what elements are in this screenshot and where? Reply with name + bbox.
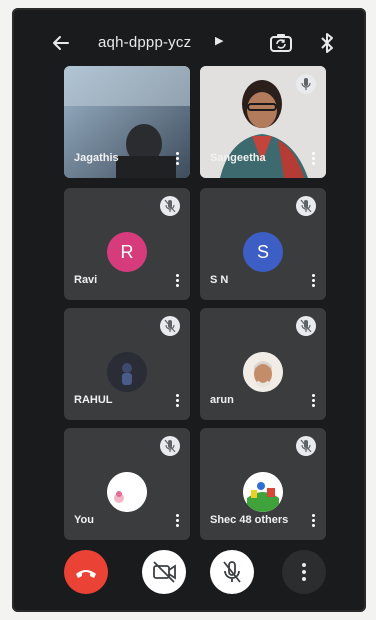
mic-off-icon xyxy=(160,316,180,336)
mic-off-icon xyxy=(160,436,180,456)
avatar: R xyxy=(107,232,147,272)
participant-tile-others[interactable]: Shec 48 others xyxy=(200,428,326,540)
end-call-button[interactable] xyxy=(64,550,108,594)
more-vert-icon[interactable] xyxy=(312,152,316,166)
participant-name: arun xyxy=(210,394,234,406)
mic-off-icon xyxy=(296,316,316,336)
camera-off-icon xyxy=(153,561,176,583)
participant-name: Sangeetha xyxy=(210,152,266,164)
avatar: S xyxy=(243,232,283,272)
participant-tile-sangeetha[interactable]: Sangeetha xyxy=(200,66,326,178)
more-vert-icon[interactable] xyxy=(176,274,180,288)
participant-tile-you[interactable]: You xyxy=(64,428,190,540)
avatar xyxy=(243,352,283,392)
chevron-right-icon[interactable]: ▶ xyxy=(215,34,223,47)
participant-tile-jagathis[interactable]: Jagathis xyxy=(64,66,190,178)
participant-name: Jagathis xyxy=(74,152,119,164)
participant-tile-arun[interactable]: arun xyxy=(200,308,326,420)
mic-off-icon xyxy=(223,561,241,583)
more-options-button[interactable] xyxy=(282,550,326,594)
participant-tile-rahul[interactable]: RAHUL xyxy=(64,308,190,420)
meeting-code[interactable]: aqh-dppp-ycz xyxy=(98,34,191,51)
bluetooth-icon[interactable] xyxy=(316,30,338,56)
avatar xyxy=(107,472,147,512)
participant-name: Shec 48 others xyxy=(210,514,289,526)
more-vert-icon xyxy=(302,563,306,581)
participant-name: You xyxy=(74,514,94,526)
top-bar: aqh-dppp-ycz ▶ xyxy=(12,26,366,62)
end-call-icon xyxy=(76,570,96,578)
mic-status-icon xyxy=(296,74,316,94)
mic-off-icon xyxy=(296,196,316,216)
more-vert-icon[interactable] xyxy=(312,514,316,528)
participant-name: S N xyxy=(210,274,229,286)
avatar xyxy=(107,352,147,392)
camera-toggle-button[interactable] xyxy=(142,550,186,594)
arrow-back-icon[interactable] xyxy=(48,30,74,56)
participant-name: Ravi xyxy=(74,274,98,286)
participant-tile-sn[interactable]: S S N xyxy=(200,188,326,300)
meet-screen: aqh-dppp-ycz ▶ Jagathis Sangeetha R Ravi… xyxy=(12,8,366,612)
more-vert-icon[interactable] xyxy=(312,274,316,288)
participant-tile-ravi[interactable]: R Ravi xyxy=(64,188,190,300)
more-vert-icon[interactable] xyxy=(176,514,180,528)
more-vert-icon[interactable] xyxy=(312,394,316,408)
mic-off-icon xyxy=(296,436,316,456)
switch-camera-icon[interactable] xyxy=(268,30,294,56)
mic-off-icon xyxy=(160,196,180,216)
avatar xyxy=(243,472,283,512)
participant-name: RAHUL xyxy=(74,394,113,406)
mic-toggle-button[interactable] xyxy=(210,550,254,594)
more-vert-icon[interactable] xyxy=(176,152,180,166)
more-vert-icon[interactable] xyxy=(176,394,180,408)
